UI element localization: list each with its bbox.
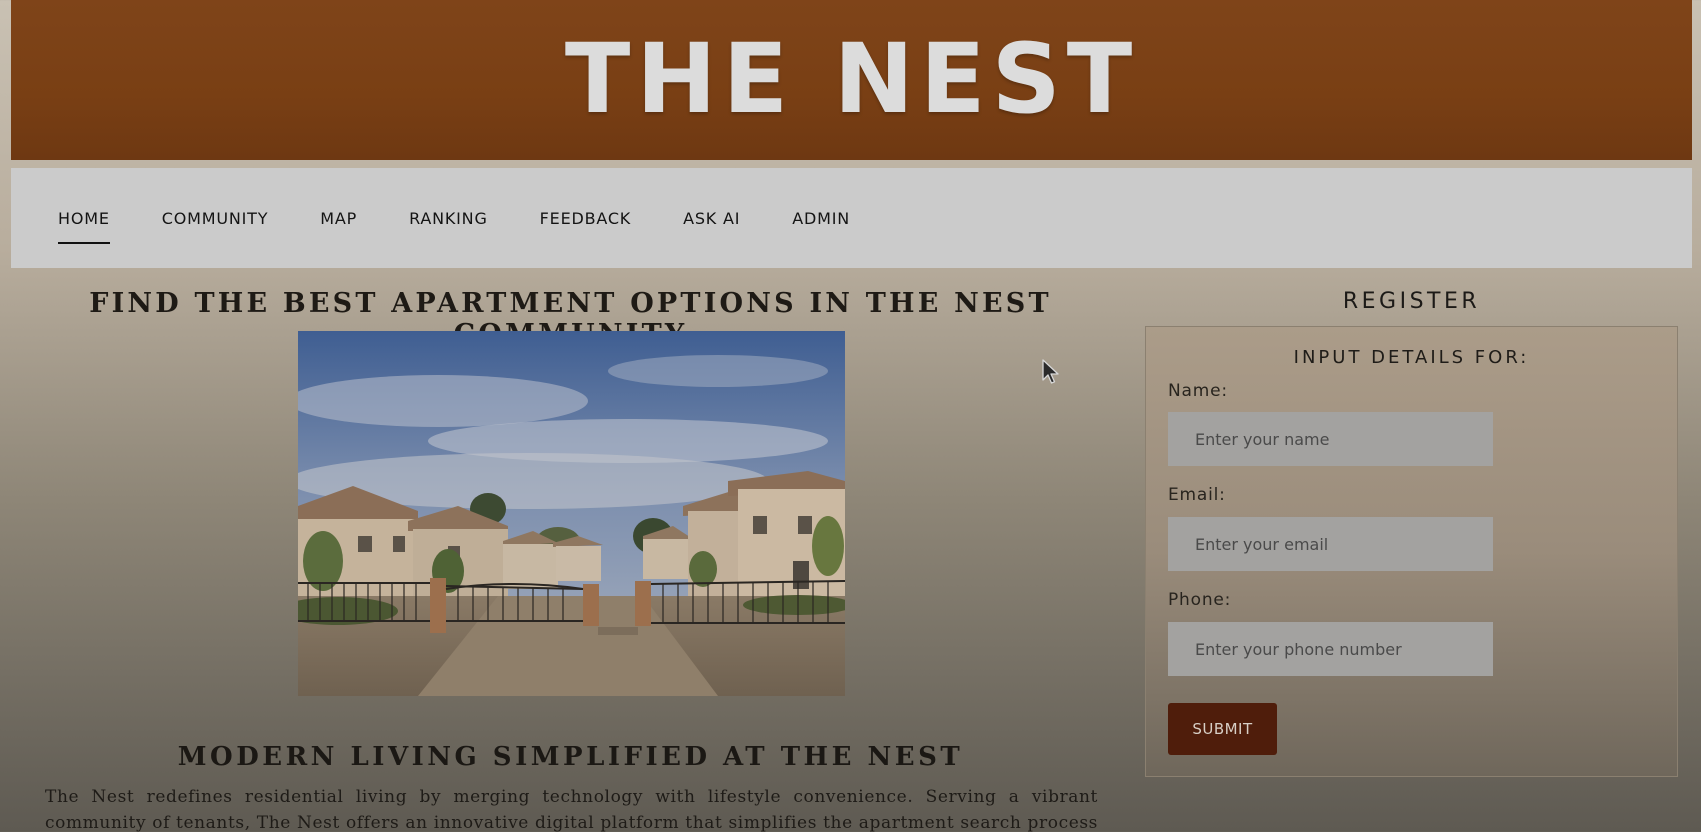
gated-community-photo <box>298 331 845 696</box>
register-form: INPUT DETAILS FOR: Name: Email: Phone: S… <box>1145 326 1678 777</box>
nav-item-ranking[interactable]: RANKING <box>409 203 488 234</box>
nav-item-feedback[interactable]: FEEDBACK <box>540 203 631 234</box>
phone-label: Phone: <box>1168 590 1232 610</box>
nav-item-map[interactable]: MAP <box>320 203 357 234</box>
register-title: REGISTER <box>1342 289 1481 314</box>
mouse-pointer-icon <box>1042 359 1060 389</box>
nav-item-admin[interactable]: ADMIN <box>792 203 850 234</box>
phone-input[interactable] <box>1168 622 1493 676</box>
email-input[interactable] <box>1168 517 1493 571</box>
main-nav: HOME COMMUNITY MAP RANKING FEEDBACK ASK … <box>11 168 1692 268</box>
email-label: Email: <box>1168 485 1226 505</box>
site-title: THE NEST <box>564 23 1139 135</box>
name-input[interactable] <box>1168 412 1493 466</box>
nav-item-community[interactable]: COMMUNITY <box>162 203 269 234</box>
name-label: Name: <box>1168 381 1228 401</box>
intro-paragraph: The Nest redefines residential living by… <box>45 787 1098 832</box>
nav-item-ask-ai[interactable]: ASK AI <box>683 203 740 234</box>
site-header: THE NEST <box>11 0 1692 160</box>
section-heading: MODERN LIVING SIMPLIFIED AT THE NEST <box>177 742 964 772</box>
nav-item-home[interactable]: HOME <box>58 203 110 244</box>
form-heading: INPUT DETAILS FOR: <box>1293 347 1530 368</box>
submit-button[interactable]: SUBMIT <box>1168 703 1277 755</box>
